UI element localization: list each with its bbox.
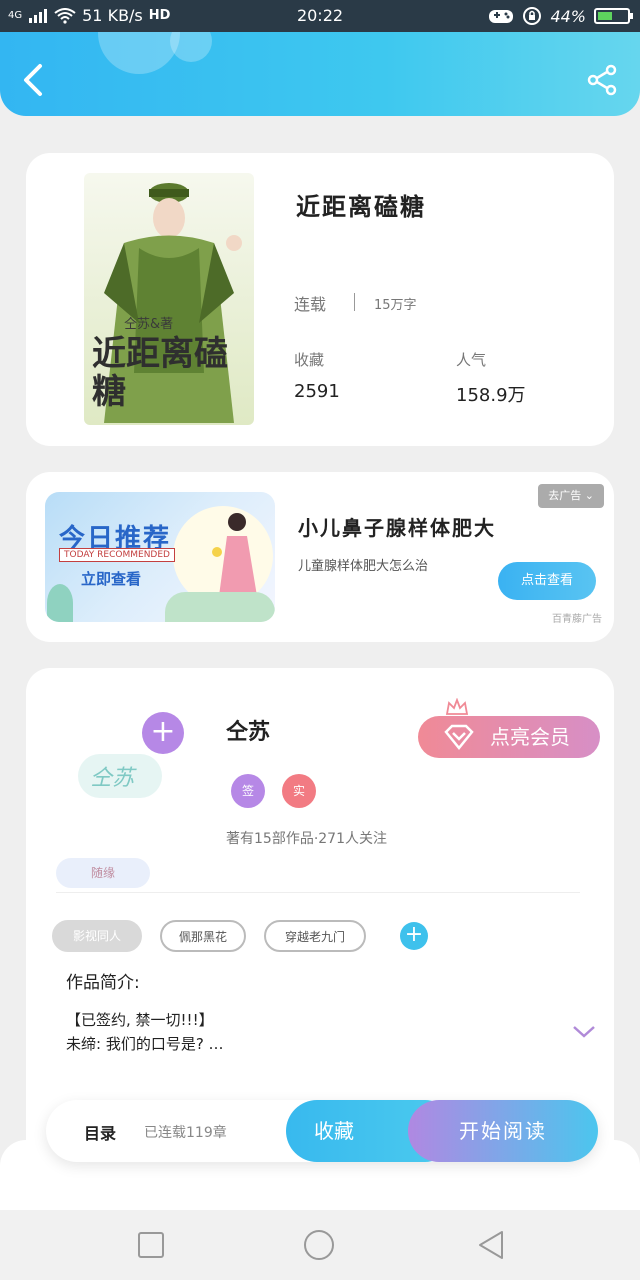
- vip-button[interactable]: 点亮会员: [418, 716, 600, 758]
- ad-description: 儿童腺样体肥大怎么治: [298, 559, 429, 574]
- remove-ad-button[interactable]: 去广告 ⌄: [538, 484, 604, 508]
- author-signature: 仝苏: [90, 766, 135, 791]
- popularity-label: 人气: [456, 351, 487, 369]
- genre-tag[interactable]: 影视同人: [52, 920, 142, 952]
- battery-icon: [594, 8, 633, 24]
- verified-badge: 实: [282, 774, 316, 808]
- ad-banner-subtitle: TODAY RECOMMENDED: [59, 548, 175, 562]
- diamond-icon: [444, 724, 474, 750]
- catalog-button[interactable]: 目录: [84, 1120, 116, 1144]
- rotation-lock-icon: [523, 7, 542, 25]
- author-meta: 著有15部作品·271人关注: [226, 831, 387, 847]
- book-info-card: 仝苏&著 近距离磕糖 近距离磕糖 连载 15万字 收藏 2591 人气 158.…: [26, 153, 614, 446]
- ad-title[interactable]: 小儿鼻子腺样体肥大: [298, 512, 496, 541]
- intro-line: 【已签约, 禁一切!!!】: [66, 1011, 214, 1029]
- intro-line: 未缔: 我们的口号是? …: [66, 1035, 224, 1053]
- decor-grass: [165, 592, 275, 622]
- author-name: 仝苏: [226, 720, 271, 745]
- intro-label: 作品简介:: [66, 973, 140, 993]
- collect-label: 收藏: [294, 351, 325, 369]
- system-nav-bar: [0, 1210, 640, 1280]
- battery-percent: 44%: [550, 6, 586, 26]
- recent-apps-icon[interactable]: [134, 1228, 168, 1262]
- chevron-down-icon: ⌄: [584, 489, 594, 502]
- start-reading-button[interactable]: 开始阅读: [408, 1100, 598, 1162]
- book-cover[interactable]: 仝苏&著 近距离磕糖: [84, 173, 254, 425]
- book-title: 近距离磕糖: [296, 193, 426, 221]
- ad-view-button[interactable]: 点击查看: [498, 562, 596, 600]
- divider: [56, 892, 580, 893]
- gamepad-icon: [489, 10, 514, 23]
- remove-ad-label: 去广告: [548, 489, 582, 502]
- back-nav-icon[interactable]: [474, 1228, 508, 1262]
- ad-card[interactable]: 今日推荐 TODAY RECOMMENDED 立即查看 小儿鼻子腺样体肥大 儿童…: [26, 472, 614, 642]
- status-right: 44%: [488, 6, 633, 26]
- chapter-count: 已连载119章: [144, 1125, 227, 1141]
- ad-source: 百青藤广告: [552, 614, 602, 625]
- decor-bubble: [170, 32, 212, 62]
- ad-banner[interactable]: 今日推荐 TODAY RECOMMENDED 立即查看: [45, 492, 275, 622]
- status-bar: 4G 51 KB/s HD 20:22 44%: [0, 0, 640, 32]
- follow-author-button[interactable]: +: [142, 712, 184, 754]
- collect-value: 2591: [294, 381, 340, 402]
- genre-tag[interactable]: 穿越老九门: [264, 920, 366, 952]
- home-icon[interactable]: [302, 1228, 336, 1262]
- signed-badge: 签: [231, 774, 265, 808]
- ad-banner-cta[interactable]: 立即查看: [81, 568, 141, 589]
- intro-text: 【已签约, 禁一切!!!】 未缔: 我们的口号是? …: [66, 1008, 224, 1056]
- share-icon[interactable]: [586, 64, 618, 96]
- add-tag-button[interactable]: +: [400, 922, 428, 950]
- motto-label: 随缘: [90, 866, 115, 880]
- decor-bubble: [98, 32, 180, 74]
- popularity-value: 158.9万: [456, 385, 526, 406]
- decor-leaf: [47, 584, 73, 622]
- cover-author: 仝苏&著: [124, 317, 174, 332]
- cover-title: 近距离磕糖: [92, 334, 228, 412]
- genre-tag[interactable]: 佩那黑花: [160, 920, 246, 952]
- back-icon[interactable]: [18, 62, 48, 98]
- crown-icon: [445, 698, 469, 715]
- book-word-count: 15万字: [374, 298, 417, 313]
- chevron-down-icon[interactable]: [572, 1024, 596, 1040]
- vip-button-label: 点亮会员: [490, 725, 570, 749]
- header: [0, 32, 640, 116]
- divider: [354, 293, 355, 311]
- book-status: 连载: [294, 295, 327, 314]
- action-bar: 目录 已连载119章 收藏 开始阅读: [46, 1100, 598, 1162]
- author-motto-tag: 随缘: [56, 858, 150, 888]
